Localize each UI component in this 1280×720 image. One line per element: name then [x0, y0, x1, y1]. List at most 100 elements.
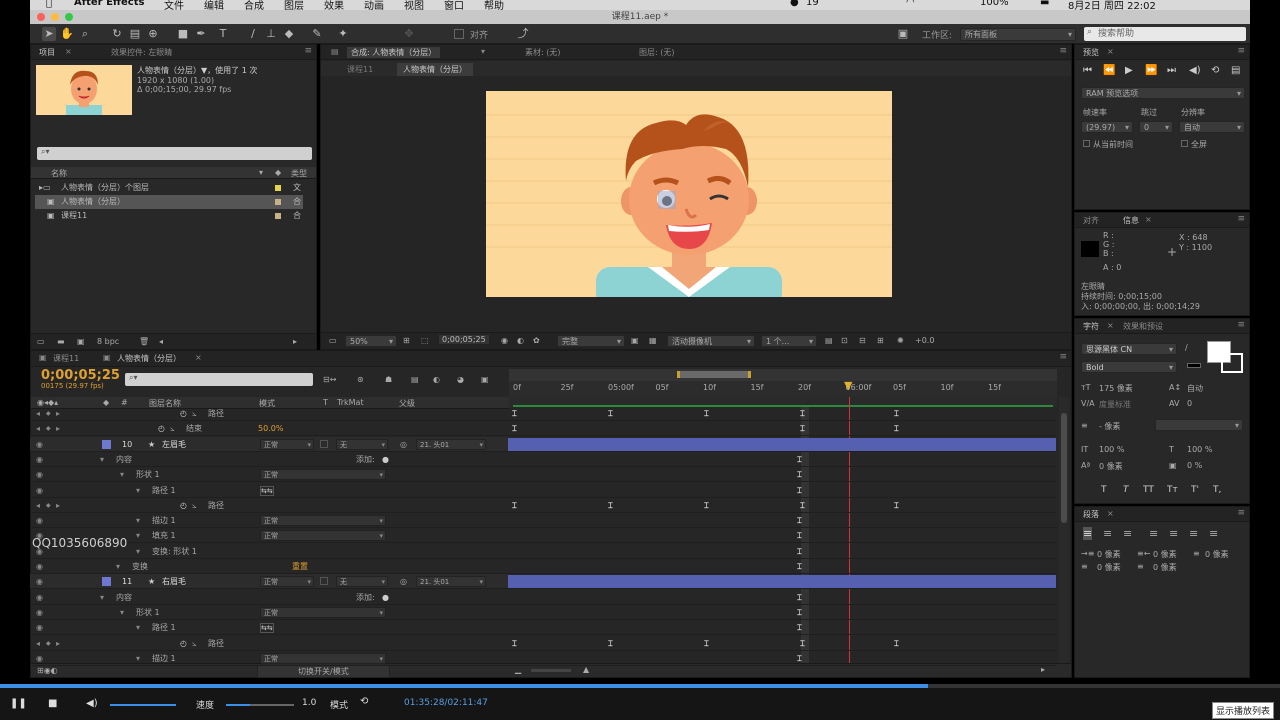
- visibility-eye-icon[interactable]: ◉: [36, 467, 43, 482]
- tab-paragraph[interactable]: 段落: [1083, 509, 1099, 520]
- property-value[interactable]: 50.0%: [258, 421, 283, 436]
- audio-icon[interactable]: ◀): [1189, 65, 1201, 76]
- frame-blending-icon[interactable]: ▤: [411, 375, 419, 384]
- close-icon[interactable]: ×: [1107, 321, 1114, 330]
- visibility-eye-icon[interactable]: ◉: [36, 513, 43, 528]
- group-name[interactable]: 内容: [116, 590, 132, 605]
- visibility-eye-icon[interactable]: ◉: [36, 574, 43, 589]
- project-item-comp-selected[interactable]: ▣ 人物表情（分层） 合: [35, 195, 303, 209]
- blend-mode-select[interactable]: 正常: [260, 530, 386, 542]
- stroke-color-swatch[interactable]: [1221, 353, 1243, 373]
- exposure-icon[interactable]: ✺: [897, 336, 904, 345]
- keyframe-summary-icon[interactable]: ⌶: [797, 455, 802, 465]
- blend-mode-select[interactable]: 正常: [260, 515, 386, 527]
- parent-pickwhip-icon[interactable]: ◎: [400, 574, 407, 589]
- keyframe-nav-right-icon[interactable]: ▸: [56, 406, 60, 421]
- col-type[interactable]: 类型: [291, 168, 307, 179]
- faux-italic-button[interactable]: T: [1123, 485, 1129, 495]
- zoom-in-icon[interactable]: ▲: [583, 665, 589, 674]
- close-icon[interactable]: ×: [1107, 509, 1114, 518]
- track-row[interactable]: ⌶: [508, 605, 1056, 620]
- menu-view[interactable]: 视图: [404, 0, 424, 10]
- track-row[interactable]: ⌶: [508, 483, 1056, 498]
- hide-shy-icon[interactable]: ☗: [385, 375, 392, 384]
- motion-blur-icon[interactable]: ◐: [433, 375, 440, 384]
- tracking-value[interactable]: 0: [1187, 399, 1192, 408]
- track-row[interactable]: ⌶: [508, 544, 1056, 559]
- group-name[interactable]: 形状 1: [136, 605, 160, 620]
- preserve-checkbox[interactable]: [320, 577, 328, 586]
- font-size-value[interactable]: 175 像素: [1099, 383, 1133, 394]
- interpret-footage-icon[interactable]: ▭: [37, 337, 45, 346]
- add-label[interactable]: 添加:: [356, 452, 375, 467]
- zoom-out-icon[interactable]: ▁: [515, 665, 521, 674]
- add-keyframe-icon[interactable]: ◆: [46, 406, 51, 421]
- keyframe-icon[interactable]: ⌶: [512, 639, 517, 649]
- all-caps-button[interactable]: TT: [1143, 485, 1154, 495]
- property-row[interactable]: ◉ ▾ 路径 1 ⇆⇆: [30, 620, 508, 636]
- fast-preview-icon[interactable]: ⊡: [841, 336, 848, 345]
- close-icon[interactable]: ×: [1145, 215, 1152, 224]
- keyframe-summary-icon[interactable]: ⌶: [797, 516, 802, 526]
- prev-frame-icon[interactable]: ⏪: [1103, 65, 1115, 76]
- playback-progress[interactable]: [0, 684, 1280, 688]
- track-row[interactable]: [508, 437, 1056, 452]
- work-area-bar[interactable]: [509, 369, 1057, 381]
- group-name[interactable]: 形状 1: [136, 467, 160, 482]
- draft-3d-icon[interactable]: ⊛: [357, 375, 364, 384]
- tab-preview[interactable]: 预览: [1083, 47, 1099, 58]
- property-row[interactable]: ◂ ◆ ▸ ◴ ⦣ 路径: [30, 636, 508, 651]
- track-row[interactable]: ⌶ ⌶ ⌶ ⌶ ⌶: [508, 636, 1056, 651]
- justify-right-icon[interactable]: ≡: [1189, 527, 1198, 540]
- panel-menu-icon[interactable]: ≡: [1237, 46, 1245, 56]
- flowchart-icon[interactable]: ⊞: [877, 336, 884, 345]
- vscroll-thumb[interactable]: [1061, 413, 1067, 523]
- label-icon[interactable]: ◆: [275, 168, 281, 177]
- group-name[interactable]: 描边 1: [152, 651, 176, 666]
- tab-composition[interactable]: 合成: 人物表情（分层）: [347, 47, 441, 58]
- project-item-comp[interactable]: ▣ 课程11 合: [35, 209, 303, 223]
- layer-mode-select[interactable]: 正常: [260, 576, 314, 588]
- track-row[interactable]: ⌶: [508, 513, 1056, 529]
- font-style-select[interactable]: Bold: [1081, 361, 1177, 374]
- track-row[interactable]: ⌶: [508, 590, 1056, 605]
- timeline-search-input[interactable]: ⌕▾: [125, 373, 313, 386]
- parent-select[interactable]: 21. 头01: [416, 576, 486, 588]
- justify-left-icon[interactable]: ≡: [1149, 527, 1158, 540]
- stroke-order-select[interactable]: [1155, 419, 1243, 432]
- new-comp-icon[interactable]: ▣: [77, 337, 85, 346]
- stopwatch-icon[interactable]: ◴: [180, 498, 187, 513]
- zoom-slider[interactable]: [531, 669, 571, 672]
- expand-arrow-icon[interactable]: ▾: [136, 544, 140, 559]
- property-row[interactable]: ◉ ▾ 描边 1 正常: [30, 651, 508, 666]
- property-row[interactable]: ◂ ◆ ▸ ◴ ⦣ 结束 50.0%: [30, 421, 508, 437]
- property-name[interactable]: 路径: [208, 406, 224, 421]
- panel-menu-icon[interactable]: ≡: [1059, 46, 1067, 56]
- clock[interactable]: 8月2日 周四 22:02: [1068, 0, 1156, 10]
- col-name[interactable]: 名称: [51, 168, 67, 179]
- flag-icon[interactable]: ▬: [1040, 0, 1049, 8]
- property-row[interactable]: ◉ ▾ 变换 重置: [30, 559, 508, 574]
- axis-mode-icon[interactable]: ✥: [402, 27, 416, 41]
- keyframe-nav-left-icon[interactable]: ◂: [36, 421, 40, 436]
- tab-character[interactable]: 字符: [1083, 321, 1099, 332]
- indent-first-value[interactable]: 0 像素: [1205, 549, 1229, 560]
- menu-animation[interactable]: 动画: [364, 0, 384, 10]
- pixel-aspect-icon[interactable]: ▤: [825, 336, 833, 345]
- visibility-eye-icon[interactable]: ◉: [36, 651, 43, 666]
- graph-icon[interactable]: ⦣: [170, 421, 175, 436]
- keyframe-icon[interactable]: ⌶: [894, 639, 899, 649]
- brush-tool-icon[interactable]: ∕: [246, 27, 260, 41]
- keyframe-nav-left-icon[interactable]: ◂: [36, 636, 40, 651]
- tab-effect-controls[interactable]: 效果控件: 左眼睛: [111, 47, 172, 58]
- stopwatch-icon[interactable]: ◴: [158, 421, 165, 436]
- property-row[interactable]: ◉ ▾ 形状 1 正常: [30, 467, 508, 483]
- keyframe-icon[interactable]: ⌶: [704, 409, 709, 419]
- keyframe-nav-right-icon[interactable]: ▸: [56, 636, 60, 651]
- keyframe-summary-icon[interactable]: ⌶: [797, 486, 802, 496]
- keyframe-nav-right-icon[interactable]: ▸: [56, 421, 60, 436]
- menu-window[interactable]: 窗口: [444, 0, 464, 10]
- time-ruler[interactable]: 0f 25f 05:00f 05f 10f 15f 20f 06:00f 05f 10f 15f: [509, 381, 1057, 397]
- keyframe-summary-icon[interactable]: ⌶: [797, 593, 802, 603]
- kerning-value[interactable]: 度量标准: [1099, 399, 1131, 410]
